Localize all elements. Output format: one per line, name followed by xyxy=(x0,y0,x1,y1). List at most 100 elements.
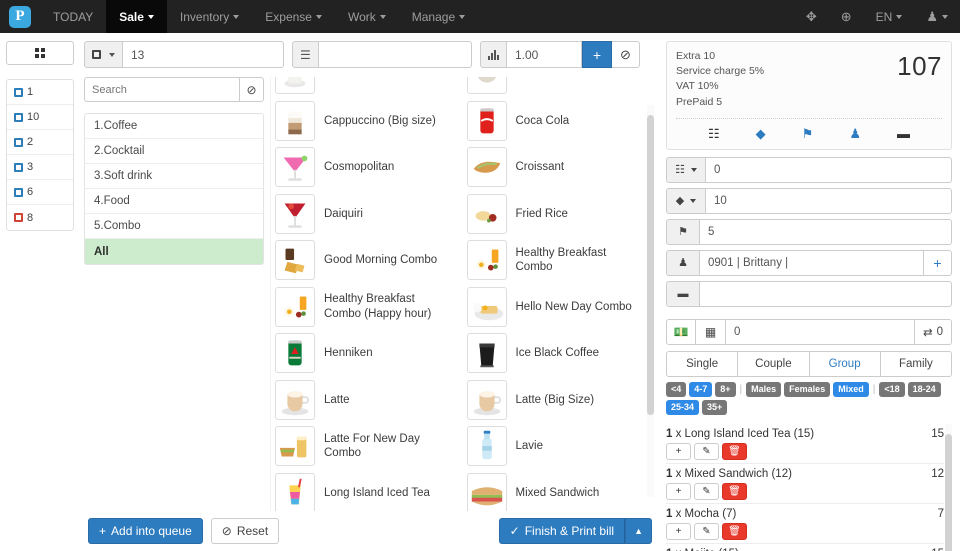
product-item[interactable]: Cosmopolitan xyxy=(271,144,455,191)
grid-view-button[interactable] xyxy=(6,41,74,65)
group-tab-couple[interactable]: Couple xyxy=(738,350,810,377)
note-input[interactable] xyxy=(318,41,472,68)
nav-item-manage[interactable]: Manage xyxy=(399,0,478,33)
product-item[interactable]: Healthy Breakfast Combo (Happy hour) xyxy=(271,284,455,331)
tag-18[interactable]: <18 xyxy=(879,381,905,398)
tag-18-24[interactable]: 18-24 xyxy=(907,381,941,398)
nav-item-work[interactable]: Work xyxy=(335,0,399,33)
product-item[interactable]: Mixed Sandwich xyxy=(463,470,647,511)
order-item-delete-button[interactable]: 🗑 xyxy=(722,483,747,501)
order-item-add-button[interactable]: + xyxy=(666,483,691,501)
product-item[interactable]: Daiquiri xyxy=(271,191,455,238)
person-icon[interactable]: ♟ xyxy=(849,127,861,140)
product-item[interactable]: Long Island Iced Tea xyxy=(271,470,455,511)
tag-25-34[interactable]: 25-34 xyxy=(666,400,700,416)
group-tab-single[interactable]: Single xyxy=(666,350,739,377)
product-item[interactable]: Croissant xyxy=(463,144,647,191)
piggy-bank-icon[interactable]: ◆ xyxy=(756,127,766,140)
finish-print-dropdown-button[interactable]: ▲ xyxy=(625,518,652,544)
product-item[interactable]: Lavie xyxy=(463,423,647,470)
table-item-1[interactable]: 1 xyxy=(7,80,73,105)
tag-35[interactable]: 35+ xyxy=(702,400,728,416)
product-item[interactable]: Latte xyxy=(271,377,455,424)
comment-icon[interactable]: ▬ xyxy=(897,127,910,140)
quantity-group[interactable]: 1.00 + ⊘ xyxy=(480,41,640,68)
category-item-all[interactable]: All xyxy=(85,239,263,264)
product-item[interactable]: Henniken xyxy=(271,330,455,377)
product-scrollbar-thumb[interactable] xyxy=(647,115,654,415)
nav-item-sale[interactable]: Sale xyxy=(106,0,167,33)
order-item-add-button[interactable]: + xyxy=(666,443,691,461)
reset-button[interactable]: ⊘ Reset xyxy=(210,518,280,544)
cash-icon[interactable]: 💵 xyxy=(666,318,696,345)
category-item-5-combo[interactable]: 5.Combo xyxy=(85,214,263,239)
product-item[interactable] xyxy=(463,77,647,98)
product-item[interactable]: Latte (Big Size) xyxy=(463,377,647,424)
clear-quantity-button[interactable]: ⊘ xyxy=(612,41,640,68)
table-number-input[interactable]: 13 xyxy=(123,41,284,68)
tag-4-7[interactable]: 4-7 xyxy=(689,381,713,398)
payment-amount-input[interactable]: 0 xyxy=(726,318,915,345)
grid-icon[interactable]: ☷ xyxy=(666,156,706,183)
table-item-2[interactable]: 2 xyxy=(7,130,73,155)
product-item[interactable]: Good Morning Combo xyxy=(271,237,455,284)
fullscreen-icon[interactable]: ✥ xyxy=(794,0,829,33)
table-item-10[interactable]: 10 xyxy=(7,105,73,130)
category-item-4-food[interactable]: 4.Food xyxy=(85,189,263,214)
table-item-8[interactable]: 8 xyxy=(7,205,73,230)
order-scrollbar-thumb[interactable] xyxy=(945,434,952,551)
app-logo[interactable]: P xyxy=(0,0,40,33)
order-item-edit-button[interactable]: ✎ xyxy=(694,443,719,461)
discount-field[interactable]: 10 xyxy=(706,187,952,214)
product-item[interactable]: Healthy Breakfast Combo xyxy=(463,237,647,284)
table-item-6[interactable]: 6 xyxy=(7,180,73,205)
language-icon[interactable]: EN xyxy=(864,0,915,33)
table-square-icon[interactable] xyxy=(84,41,123,68)
quantity-input[interactable]: 1.00 xyxy=(507,41,582,68)
tag-males[interactable]: Males xyxy=(746,381,782,398)
globe-icon[interactable]: ⊕ xyxy=(829,0,864,33)
extra-field[interactable]: 0 xyxy=(706,156,952,183)
order-item-delete-button[interactable]: 🗑 xyxy=(722,523,747,541)
tag-8[interactable]: 8+ xyxy=(715,381,736,398)
search-clear-button[interactable]: ⊘ xyxy=(240,77,264,102)
note-input-group[interactable]: ☰ xyxy=(292,41,472,68)
order-item-edit-button[interactable]: ✎ xyxy=(694,483,719,501)
product-item[interactable]: Hello New Day Combo xyxy=(463,284,647,331)
category-item-1-coffee[interactable]: 1.Coffee xyxy=(85,114,263,139)
order-item-delete-button[interactable]: 🗑 xyxy=(722,443,747,461)
tag-females[interactable]: Females xyxy=(784,381,831,398)
tag-4[interactable]: <4 xyxy=(666,381,687,398)
user-icon[interactable]: ♟ xyxy=(914,0,960,33)
order-item-add-button[interactable]: + xyxy=(666,523,691,541)
search-input[interactable]: Search xyxy=(84,77,240,102)
product-item[interactable]: Cappuccino (Big size) xyxy=(271,98,455,145)
table-grid-icon[interactable]: ☷ xyxy=(708,127,720,140)
group-tab-family[interactable]: Family xyxy=(880,350,952,377)
product-item[interactable]: Ice Black Coffee xyxy=(463,330,647,377)
add-into-queue-button[interactable]: + Add into queue xyxy=(88,518,203,544)
nav-item-expense[interactable]: Expense xyxy=(252,0,335,33)
tag-mixed[interactable]: Mixed xyxy=(833,381,869,398)
flag-icon[interactable]: ⚑ xyxy=(802,127,814,140)
group-tab-group[interactable]: Group xyxy=(809,350,881,377)
order-item-edit-button[interactable]: ✎ xyxy=(694,523,719,541)
product-item[interactable] xyxy=(271,77,455,98)
product-item[interactable]: Fried Rice xyxy=(463,191,647,238)
product-item[interactable]: Latte For New Day Combo xyxy=(271,423,455,470)
nav-item-today[interactable]: TODAY xyxy=(40,0,106,33)
category-item-2-cocktail[interactable]: 2.Cocktail xyxy=(85,139,263,164)
customer-field[interactable]: 0901 | Brittany | xyxy=(700,249,924,276)
flag-field[interactable]: 5 xyxy=(700,218,952,245)
table-item-3[interactable]: 3 xyxy=(7,155,73,180)
product-item[interactable]: Coca Cola xyxy=(463,98,647,145)
add-customer-button[interactable]: + xyxy=(924,249,952,276)
table-select-group[interactable]: 13 xyxy=(84,41,284,68)
add-item-button[interactable]: + xyxy=(582,41,612,68)
piggy-icon[interactable]: ◆ xyxy=(666,187,706,214)
note-field[interactable] xyxy=(700,280,952,307)
nav-item-inventory[interactable]: Inventory xyxy=(167,0,252,33)
finish-print-bill-button[interactable]: ✓ Finish & Print bill xyxy=(498,518,626,544)
card-icon[interactable]: ▦ xyxy=(696,318,726,345)
category-item-3-soft-drink[interactable]: 3.Soft drink xyxy=(85,164,263,189)
